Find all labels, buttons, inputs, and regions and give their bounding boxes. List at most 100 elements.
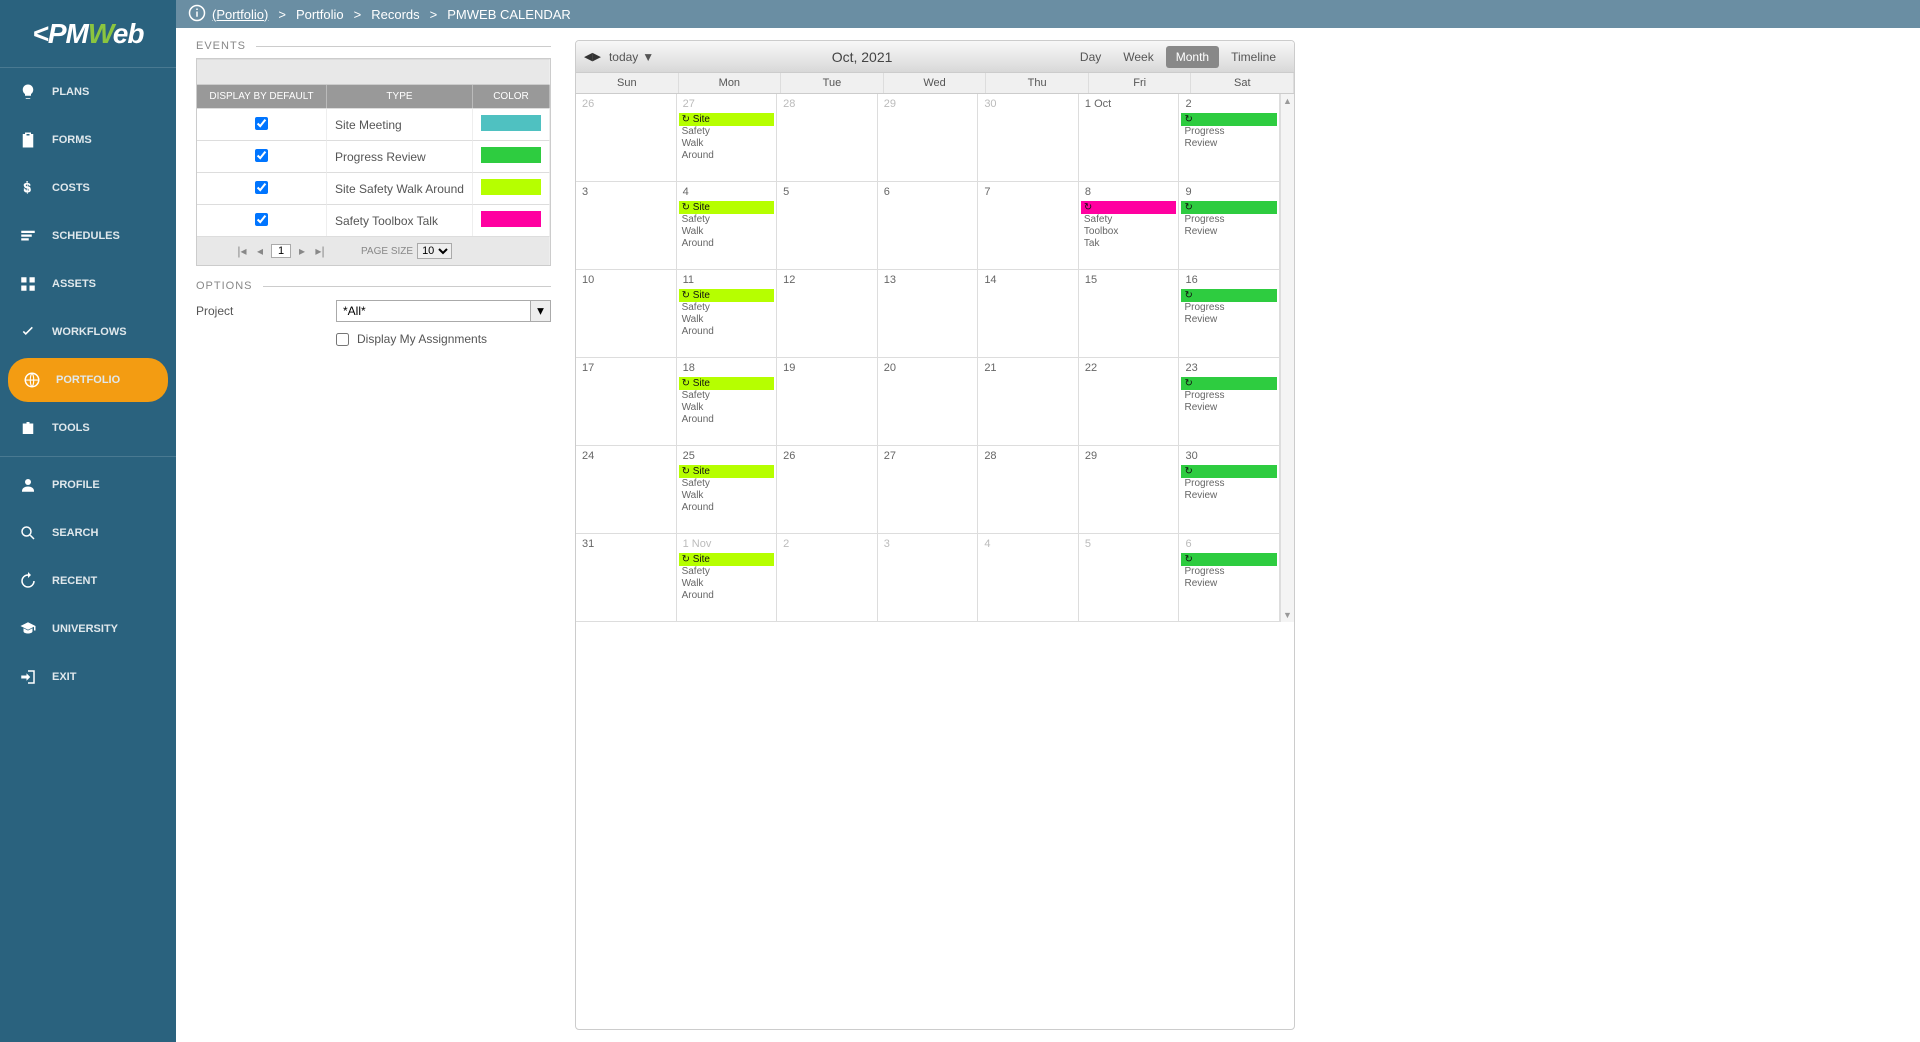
- sidebar-item-plans[interactable]: PLANS: [0, 68, 176, 116]
- view-day[interactable]: Day: [1070, 46, 1111, 68]
- event-checkbox[interactable]: [255, 181, 268, 194]
- calendar-cell[interactable]: 14: [978, 270, 1079, 357]
- calendar-cell[interactable]: 17: [576, 358, 677, 445]
- event-checkbox[interactable]: [255, 117, 268, 130]
- sidebar-item-exit[interactable]: EXIT: [0, 653, 176, 701]
- event-type-row[interactable]: Safety Toolbox Talk: [197, 204, 550, 236]
- sidebar-item-profile[interactable]: PROFILE: [0, 461, 176, 509]
- calendar-cell[interactable]: 3: [878, 534, 979, 621]
- calendar-cell[interactable]: 6↻ ProgressReview: [1179, 534, 1280, 621]
- calendar-cell[interactable]: 26: [576, 94, 677, 181]
- calendar-event[interactable]: ↻: [1081, 201, 1177, 214]
- calendar-cell[interactable]: 26: [777, 446, 878, 533]
- calendar-event[interactable]: ↻ Site: [679, 553, 775, 566]
- calendar-event[interactable]: ↻: [1181, 289, 1277, 302]
- assignments-checkbox[interactable]: [336, 333, 349, 346]
- view-month[interactable]: Month: [1166, 46, 1219, 68]
- calendar-cell[interactable]: 5: [777, 182, 878, 269]
- sidebar-item-schedules[interactable]: SCHEDULES: [0, 212, 176, 260]
- calendar-cell[interactable]: 8↻ SafetyToolboxTak: [1079, 182, 1180, 269]
- pager-next-icon[interactable]: ▸: [295, 244, 309, 258]
- calendar-event[interactable]: ↻: [1181, 377, 1277, 390]
- calendar-event[interactable]: ↻ Site: [679, 377, 775, 390]
- calendar-cell[interactable]: 28: [978, 446, 1079, 533]
- sidebar-item-workflows[interactable]: WORKFLOWS: [0, 308, 176, 356]
- pager-page-input[interactable]: [271, 244, 291, 258]
- calendar-cell[interactable]: 12: [777, 270, 878, 357]
- calendar-cell[interactable]: 21: [978, 358, 1079, 445]
- sidebar-item-costs[interactable]: $COSTS: [0, 164, 176, 212]
- calendar-cell[interactable]: 25↻ SiteSafetyWalkAround: [677, 446, 778, 533]
- calendar-cell[interactable]: 4↻ SiteSafetyWalkAround: [677, 182, 778, 269]
- event-type-row[interactable]: Site Safety Walk Around: [197, 172, 550, 204]
- view-timeline[interactable]: Timeline: [1221, 46, 1286, 68]
- col-display[interactable]: DISPLAY BY DEFAULT: [197, 85, 327, 108]
- calendar-cell[interactable]: 23↻ ProgressReview: [1179, 358, 1280, 445]
- event-checkbox[interactable]: [255, 213, 268, 226]
- calendar-event[interactable]: ↻: [1181, 201, 1277, 214]
- calendar-cell[interactable]: 2↻ ProgressReview: [1179, 94, 1280, 181]
- calendar-cell[interactable]: 30↻ ProgressReview: [1179, 446, 1280, 533]
- page-size-select[interactable]: 10: [417, 243, 452, 259]
- project-dropdown-btn[interactable]: ▾: [530, 301, 550, 321]
- sidebar-item-university[interactable]: UNIVERSITY: [0, 605, 176, 653]
- calendar-cell[interactable]: 1 Oct: [1079, 94, 1180, 181]
- cal-prev-icon[interactable]: ◀: [584, 50, 592, 63]
- calendar-event[interactable]: ↻: [1181, 113, 1277, 126]
- calendar-event[interactable]: ↻: [1181, 465, 1277, 478]
- calendar-cell[interactable]: 16↻ ProgressReview: [1179, 270, 1280, 357]
- calendar-event[interactable]: ↻ Site: [679, 201, 775, 214]
- calendar-event[interactable]: ↻: [1181, 553, 1277, 566]
- calendar-scrollbar[interactable]: ▲ ▼: [1280, 94, 1294, 622]
- pager-prev-icon[interactable]: ◂: [253, 244, 267, 258]
- calendar-cell[interactable]: 9↻ ProgressReview: [1179, 182, 1280, 269]
- calendar-cell[interactable]: 27: [878, 446, 979, 533]
- event-checkbox[interactable]: [255, 149, 268, 162]
- sidebar-item-portfolio[interactable]: PORTFOLIO: [8, 358, 168, 402]
- breadcrumb-part[interactable]: Portfolio: [296, 7, 344, 22]
- calendar-cell[interactable]: 7: [978, 182, 1079, 269]
- calendar-cell[interactable]: 3: [576, 182, 677, 269]
- sidebar-item-forms[interactable]: FORMS: [0, 116, 176, 164]
- calendar-cell[interactable]: 10: [576, 270, 677, 357]
- project-input[interactable]: [337, 301, 530, 321]
- pager-last-icon[interactable]: ▸|: [313, 244, 327, 258]
- calendar-cell[interactable]: 1 Nov↻ SiteSafetyWalkAround: [677, 534, 778, 621]
- calendar-cell[interactable]: 24: [576, 446, 677, 533]
- event-type-row[interactable]: Progress Review: [197, 140, 550, 172]
- info-icon[interactable]: [188, 4, 206, 25]
- calendar-cell[interactable]: 6: [878, 182, 979, 269]
- logo[interactable]: <PMWeb: [0, 0, 176, 68]
- event-type-row[interactable]: Site Meeting: [197, 108, 550, 140]
- calendar-cell[interactable]: 2: [777, 534, 878, 621]
- calendar-cell[interactable]: 22: [1079, 358, 1180, 445]
- col-color[interactable]: COLOR: [473, 85, 550, 108]
- sidebar-item-recent[interactable]: RECENT: [0, 557, 176, 605]
- calendar-cell[interactable]: 30: [978, 94, 1079, 181]
- calendar-cell[interactable]: 19: [777, 358, 878, 445]
- calendar-cell[interactable]: 27↻ SiteSafetyWalkAround: [677, 94, 778, 181]
- breadcrumb-part[interactable]: Records: [371, 7, 419, 22]
- calendar-cell[interactable]: 28: [777, 94, 878, 181]
- breadcrumb-root[interactable]: (Portfolio): [212, 7, 268, 22]
- calendar-cell[interactable]: 11↻ SiteSafetyWalkAround: [677, 270, 778, 357]
- calendar-event[interactable]: ↻ Site: [679, 465, 775, 478]
- view-week[interactable]: Week: [1113, 46, 1163, 68]
- calendar-cell[interactable]: 29: [1079, 446, 1180, 533]
- calendar-event[interactable]: ↻ Site: [679, 289, 775, 302]
- calendar-cell[interactable]: 5: [1079, 534, 1180, 621]
- today-button[interactable]: today▼: [609, 50, 654, 64]
- calendar-cell[interactable]: 4: [978, 534, 1079, 621]
- calendar-cell[interactable]: 31: [576, 534, 677, 621]
- calendar-cell[interactable]: 29: [878, 94, 979, 181]
- sidebar-item-tools[interactable]: TOOLS: [0, 404, 176, 452]
- col-type[interactable]: TYPE: [327, 85, 473, 108]
- calendar-cell[interactable]: 18↻ SiteSafetyWalkAround: [677, 358, 778, 445]
- project-combo[interactable]: ▾: [336, 300, 551, 322]
- scroll-down-icon[interactable]: ▼: [1283, 610, 1292, 620]
- pager-first-icon[interactable]: |◂: [235, 244, 249, 258]
- calendar-cell[interactable]: 15: [1079, 270, 1180, 357]
- scroll-up-icon[interactable]: ▲: [1283, 96, 1292, 106]
- calendar-event[interactable]: ↻ Site: [679, 113, 775, 126]
- cal-next-icon[interactable]: ▶: [592, 50, 600, 63]
